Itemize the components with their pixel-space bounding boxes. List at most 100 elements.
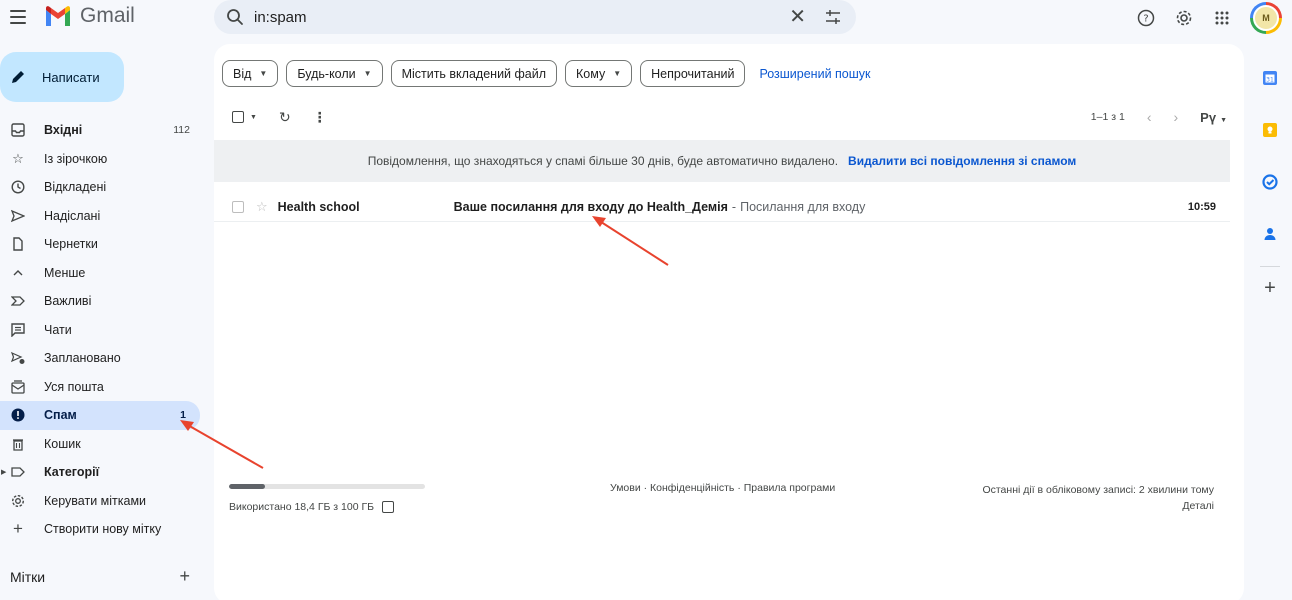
calendar-icon[interactable]: 31 — [1252, 52, 1288, 104]
sidebar-item-categories[interactable]: ▶ Категорії — [0, 458, 204, 487]
storage-usage: Використано 18,4 ГБ з 100 ГБ — [229, 484, 425, 513]
expand-caret-icon[interactable]: ▶ — [1, 468, 6, 476]
last-activity-text: Останні дії в обліковому записі: 2 хвили… — [982, 484, 1214, 496]
chip-label: Непрочитаний — [651, 66, 735, 81]
filter-has-attachment-chip[interactable]: Містить вкладений файл — [390, 60, 558, 87]
sidebar-item-label: Із зірочкою — [44, 151, 108, 166]
gmail-m-icon — [46, 6, 70, 26]
main-menu-icon[interactable] — [10, 6, 32, 28]
storage-bar-fill — [229, 484, 266, 489]
chevron-up-icon — [10, 265, 26, 281]
add-label-icon[interactable]: + — [179, 566, 190, 587]
sidebar-item-label: Кошик — [44, 436, 81, 451]
compose-button[interactable]: Написати — [0, 52, 124, 102]
account-avatar[interactable]: М — [1250, 2, 1282, 34]
apps-grid-icon[interactable] — [1212, 8, 1232, 28]
top-bar: Gmail ✕ ? М — [0, 0, 1292, 36]
tasks-icon[interactable] — [1252, 156, 1288, 208]
filter-to-chip[interactable]: Кому ▼ — [565, 60, 633, 87]
send-icon — [10, 208, 26, 224]
refresh-icon[interactable]: ↻ — [279, 109, 291, 126]
sidebar-item-trash[interactable]: Кошик — [0, 430, 204, 459]
star-icon: ☆ — [12, 150, 24, 166]
search-input[interactable] — [254, 8, 790, 26]
footer-links[interactable]: Умови · Конфіденційність · Правила прогр… — [610, 482, 835, 494]
advanced-search-link[interactable]: Розширений пошук — [759, 67, 870, 81]
sidebar-item-label: Вхідні — [44, 123, 83, 138]
sidebar-item-spam[interactable]: Спам 1 — [0, 401, 200, 430]
sidebar-item-manage-labels[interactable]: Керувати мітками — [0, 487, 204, 516]
select-dropdown-icon[interactable]: ▼ — [250, 114, 257, 121]
next-page-icon[interactable]: › — [1173, 109, 1178, 125]
sidebar-item-scheduled[interactable]: Заплановано — [0, 344, 204, 373]
more-options-icon[interactable]: ⋮ — [313, 109, 327, 126]
select-all-checkbox[interactable] — [232, 111, 244, 123]
label-icon — [10, 464, 26, 480]
sidebar-item-label: Відкладені — [44, 180, 107, 195]
sidebar-item-label: Важливі — [44, 294, 92, 309]
inbox-icon — [10, 122, 26, 138]
filter-from-chip[interactable]: Від ▼ — [222, 60, 279, 87]
app-name: Gmail — [80, 4, 135, 27]
rail-divider — [1260, 266, 1280, 267]
sidebar-item-create-label[interactable]: + Створити нову мітку — [0, 515, 204, 544]
sidebar-item-inbox[interactable]: Вхідні 112 — [0, 116, 204, 145]
side-panel-rail: 31 + — [1252, 52, 1288, 300]
delete-all-spam-link[interactable]: Видалити всі повідомлення зі спамом — [848, 154, 1076, 168]
inbox-count: 112 — [173, 124, 190, 137]
all-mail-icon — [10, 379, 26, 395]
open-in-new-icon[interactable] — [382, 501, 395, 513]
sidebar-item-label: Створити нову мітку — [44, 522, 162, 537]
sidebar-item-snoozed[interactable]: Відкладені — [0, 173, 204, 202]
gear-icon — [10, 493, 26, 509]
message-checkbox[interactable] — [232, 200, 244, 213]
sidebar-item-all-mail[interactable]: Уся пошта — [0, 373, 204, 402]
search-icon[interactable] — [226, 8, 244, 26]
sidebar-item-sent[interactable]: Надіслані — [0, 202, 204, 231]
star-icon[interactable]: ☆ — [256, 199, 268, 215]
search-options-icon[interactable] — [824, 8, 842, 26]
banner-text: Повідомлення, що знаходяться у спамі біл… — [367, 154, 839, 168]
plus-icon: + — [13, 519, 23, 539]
sidebar-item-important[interactable]: Важливі — [0, 287, 204, 316]
input-lang-label: Рү — [1200, 109, 1217, 125]
important-icon — [10, 293, 26, 309]
message-row[interactable]: ☆ Health school Ваше посилання для входу… — [214, 192, 1230, 222]
input-tools-button[interactable]: Рү ▼ — [1200, 110, 1227, 125]
search-bar: ✕ — [214, 0, 856, 34]
spam-info-banner: Повідомлення, що знаходяться у спамі біл… — [214, 140, 1230, 182]
message-subject: Ваше посилання для входу до Health_Демія — [453, 199, 728, 214]
chevron-down-icon: ▼ — [1220, 116, 1227, 124]
sidebar-item-label: Уся пошта — [44, 379, 104, 394]
sidebar-nav: Вхідні 112 ☆ Із зірочкою Відкладені Наді… — [0, 116, 204, 544]
clear-search-icon[interactable]: ✕ — [789, 7, 806, 27]
chat-icon — [10, 322, 26, 338]
filter-any-time-chip[interactable]: Будь-коли ▼ — [286, 60, 383, 87]
sidebar-item-starred[interactable]: ☆ Із зірочкою — [0, 145, 204, 174]
list-toolbar: ▼ ↻ ⋮ 1–1 з 1 ‹ › Рү ▼ — [232, 106, 1227, 128]
subject-separator: - — [731, 199, 737, 214]
chevron-down-icon: ▼ — [259, 69, 268, 78]
settings-icon[interactable] — [1174, 8, 1194, 28]
labels-section-header: Мітки + — [10, 566, 190, 587]
chevron-down-icon: ▼ — [613, 69, 622, 78]
prev-page-icon[interactable]: ‹ — [1147, 109, 1152, 125]
spam-count: 1 — [180, 409, 186, 422]
clock-icon — [10, 179, 26, 195]
compose-label: Написати — [42, 69, 100, 85]
filter-unread-chip[interactable]: Непрочитаний — [640, 60, 746, 87]
top-right-icons: ? М — [1136, 2, 1282, 34]
details-link[interactable]: Деталі — [982, 498, 1214, 514]
contacts-icon[interactable] — [1252, 208, 1288, 260]
page-info: 1–1 з 1 — [1090, 111, 1125, 123]
help-icon[interactable]: ? — [1136, 8, 1156, 28]
storage-text: Використано 18,4 ГБ з 100 ГБ — [229, 501, 375, 513]
sidebar-item-chats[interactable]: Чати — [0, 316, 204, 345]
sidebar-item-less[interactable]: Менше — [0, 259, 204, 288]
sidebar-item-drafts[interactable]: Чернетки — [0, 230, 204, 259]
gmail-logo[interactable]: Gmail — [44, 4, 135, 28]
get-addons-icon[interactable]: + — [1252, 277, 1288, 300]
scheduled-send-icon — [10, 350, 26, 366]
spam-icon — [10, 407, 26, 423]
keep-icon[interactable] — [1252, 104, 1288, 156]
